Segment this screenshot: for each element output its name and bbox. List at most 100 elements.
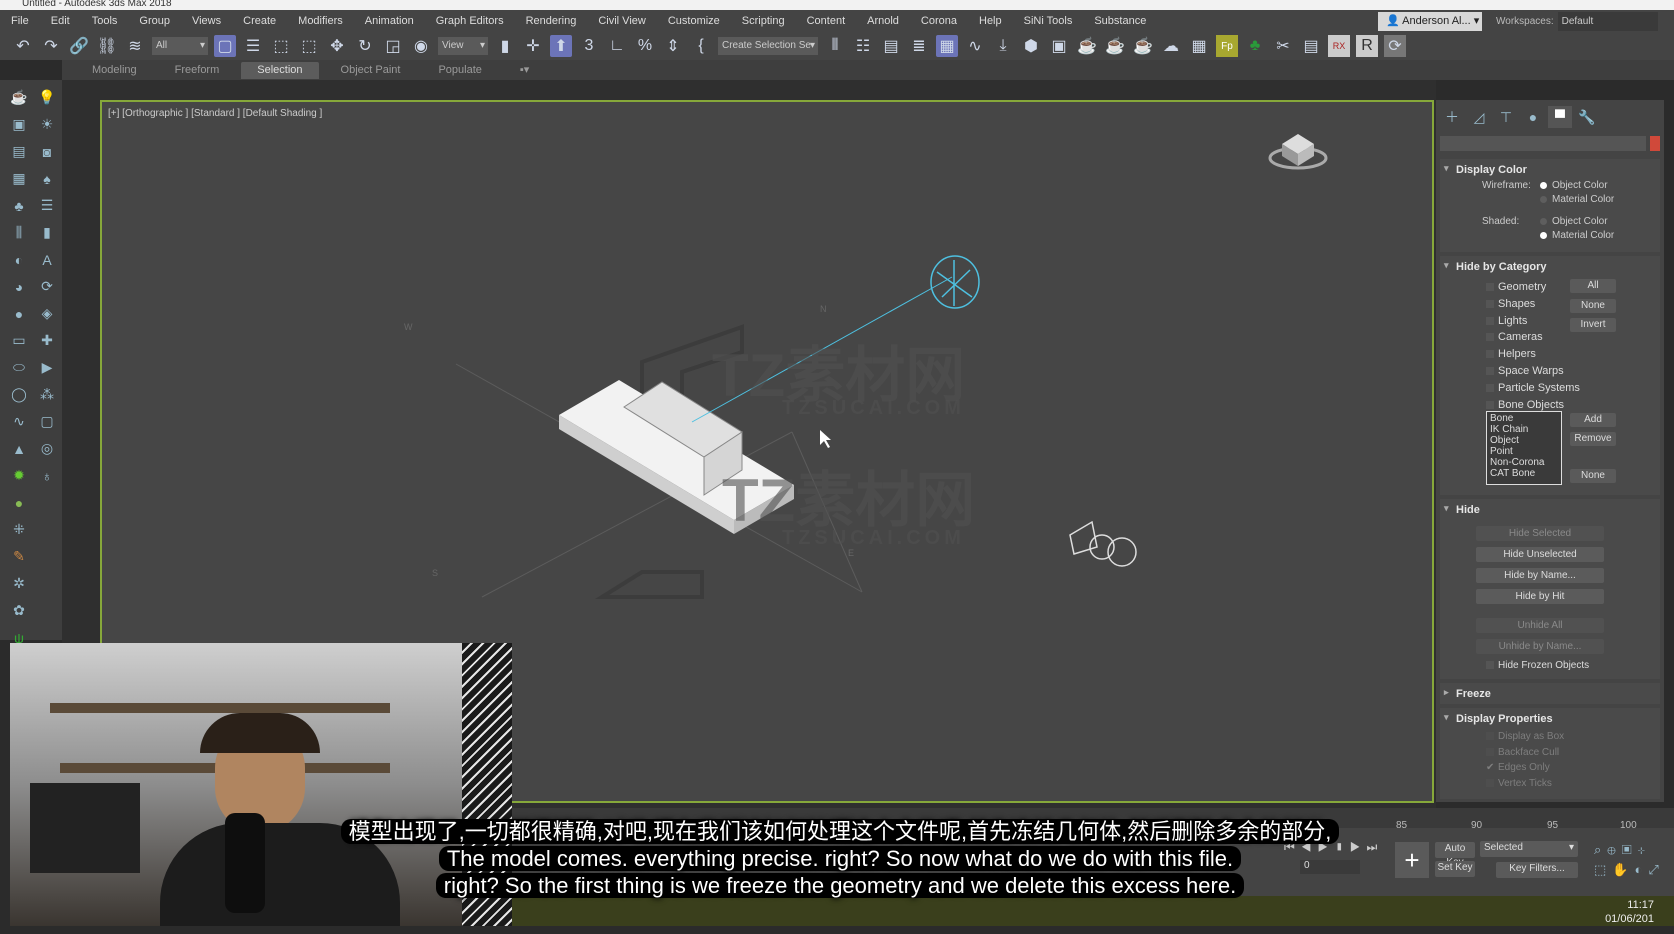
doc-icon[interactable]: ▤ <box>5 138 33 165</box>
tab-object-paint[interactable]: Object Paint <box>325 62 417 79</box>
list-icon[interactable]: ☰ <box>33 192 61 219</box>
category-all-button[interactable]: All <box>1570 279 1616 293</box>
layer-explorer-icon[interactable]: ≣ <box>908 35 930 57</box>
menu-modifiers[interactable]: Modifiers <box>287 15 354 27</box>
angle-snap-icon[interactable]: ∟ <box>606 35 628 57</box>
toggle-ribbon-icon[interactable]: ▦ <box>936 35 958 57</box>
category-geometry[interactable]: Geometry <box>1486 279 1580 296</box>
user-account-button[interactable]: 👤 Anderson Al... ▾ <box>1378 12 1482 31</box>
modify-tab-icon[interactable]: ◿ <box>1467 106 1491 128</box>
plant-icon[interactable]: ♣ <box>5 192 33 219</box>
hide-by-category-header[interactable]: Hide by Category <box>1440 256 1660 277</box>
stair-icon[interactable]: ◐ <box>5 246 33 273</box>
scene-explorer-icon[interactable]: ▤ <box>880 35 902 57</box>
edges-only-checkbox[interactable]: ✔ Edges Only <box>1486 760 1660 776</box>
tools-icon[interactable]: ✂ <box>1272 35 1294 57</box>
shaded-material-color-radio[interactable]: Material Color <box>1540 230 1614 241</box>
hide-by-name-button[interactable]: Hide by Name... <box>1476 568 1604 583</box>
key-selection-dropdown[interactable]: Selected ▾ <box>1480 841 1578 857</box>
hide-unselected-button[interactable]: Hide Unselected <box>1476 547 1604 562</box>
list-item[interactable]: IK Chain Object <box>1490 424 1558 446</box>
ball2-icon[interactable]: ● <box>5 489 33 516</box>
brush-icon[interactable]: ✎ <box>5 543 33 570</box>
select-object-icon[interactable]: ▢ <box>214 35 236 57</box>
category-particle-systems[interactable]: Particle Systems <box>1486 380 1580 397</box>
bone-list[interactable]: Bone IK Chain Object Point Non-Corona CA… <box>1486 411 1562 485</box>
snaps-toggle-icon[interactable]: 3 <box>578 35 600 57</box>
menu-customize[interactable]: Customize <box>657 15 731 27</box>
menu-graph-editors[interactable]: Graph Editors <box>425 15 515 27</box>
mirror-icon[interactable]: ⫴ <box>824 35 846 57</box>
scale-icon[interactable]: ◲ <box>382 35 404 57</box>
key-filters-button[interactable]: Key Filters... <box>1496 862 1578 878</box>
tab-freeform[interactable]: Freeform <box>159 62 236 79</box>
auto-key-button[interactable]: Auto Key <box>1435 842 1475 868</box>
unhide-all-button[interactable]: Unhide All <box>1476 618 1604 633</box>
category-none-button[interactable]: None <box>1570 299 1616 313</box>
sun-icon[interactable]: ☀ <box>33 111 61 138</box>
path-icon[interactable]: ∿ <box>5 408 33 435</box>
frame-icon[interactable]: ▢ <box>33 408 61 435</box>
wireframe-object-color-radio[interactable]: Object Color <box>1540 180 1608 191</box>
select-by-name-icon[interactable]: ☰ <box>242 35 264 57</box>
grid-icon[interactable]: ✚ <box>33 327 61 354</box>
tab-modeling[interactable]: Modeling <box>76 62 153 79</box>
display-color-header[interactable]: Display Color <box>1440 159 1660 180</box>
cube-icon[interactable]: ◈ <box>33 300 61 327</box>
menu-file[interactable]: File <box>0 15 40 27</box>
material-editor-icon[interactable]: ⬢ <box>1020 35 1042 57</box>
hide-selected-button[interactable]: Hide Selected <box>1476 526 1604 541</box>
particles-icon[interactable]: ⁂ <box>33 381 61 408</box>
hide-by-hit-button[interactable]: Hide by Hit <box>1476 589 1604 604</box>
list-item[interactable]: Non-Corona <box>1490 457 1558 468</box>
eye-icon[interactable]: ◎ <box>33 435 61 462</box>
tree-icon[interactable]: ♠ <box>33 165 61 192</box>
image-icon[interactable]: ▣ <box>5 111 33 138</box>
remove-button[interactable]: Remove <box>1570 432 1616 446</box>
viewport-nav-icons[interactable]: ⌕⊕▣⊹ <box>1594 842 1651 858</box>
ribbon-options-icon[interactable]: ▪▾ <box>504 62 545 79</box>
tab-populate[interactable]: Populate <box>422 62 497 79</box>
menu-scripting[interactable]: Scripting <box>731 15 796 27</box>
menu-edit[interactable]: Edit <box>40 15 81 27</box>
render-grid-icon[interactable]: ▦ <box>1188 35 1210 57</box>
create-tab-icon[interactable]: ＋ <box>1440 106 1464 128</box>
menu-corona[interactable]: Corona <box>910 15 968 27</box>
set-key-button[interactable]: Set Key <box>1435 861 1475 877</box>
network-icon[interactable]: ⁜ <box>5 516 33 543</box>
unlink-icon[interactable]: ⛓ <box>96 35 118 57</box>
freeze-header[interactable]: Freeze <box>1440 683 1660 704</box>
list-icon[interactable]: ▤ <box>1300 35 1322 57</box>
category-invert-button[interactable]: Invert <box>1570 318 1616 332</box>
render-production-icon[interactable]: ☕ <box>1104 35 1126 57</box>
edit-named-selections-icon[interactable]: { <box>690 35 712 57</box>
panel-icon[interactable]: ▶ <box>33 354 61 381</box>
category-cameras[interactable]: Cameras <box>1486 329 1580 346</box>
rotate-icon[interactable]: ↻ <box>354 35 376 57</box>
list-item[interactable]: CAT Bone <box>1490 468 1558 479</box>
menu-substance[interactable]: Substance <box>1083 15 1157 27</box>
reference-coordinate-dropdown[interactable]: View ▾ <box>438 37 488 55</box>
hide-header[interactable]: Hide <box>1440 499 1660 520</box>
menu-animation[interactable]: Animation <box>354 15 425 27</box>
globe-icon[interactable]: ◯ <box>5 381 33 408</box>
rendered-frame-icon[interactable]: ☕ <box>1076 35 1098 57</box>
cylinder-icon[interactable]: ⬭ <box>5 354 33 381</box>
percent-snap-icon[interactable]: % <box>634 35 656 57</box>
category-lights[interactable]: Lights <box>1486 313 1580 330</box>
menu-help[interactable]: Help <box>968 15 1013 27</box>
add-button[interactable]: Add <box>1570 413 1616 427</box>
display-tab-icon[interactable]: ▀ <box>1548 106 1572 128</box>
ball-icon[interactable]: ● <box>5 300 33 327</box>
redo-icon[interactable]: ↷ <box>40 35 62 57</box>
gear-green-icon[interactable]: ✹ <box>5 462 33 489</box>
wireframe-material-color-radio[interactable]: Material Color <box>1540 194 1614 205</box>
object-name-field[interactable] <box>1440 136 1660 151</box>
list-item[interactable]: Bone <box>1490 413 1558 424</box>
shaded-object-color-radio[interactable]: Object Color <box>1540 216 1608 227</box>
tree-icon[interactable]: ♣ <box>1244 35 1266 57</box>
schematic-view-icon[interactable]: ⤓ <box>992 35 1014 57</box>
display-properties-header[interactable]: Display Properties <box>1440 708 1660 729</box>
spinner-snap-icon[interactable]: ⇕ <box>662 35 684 57</box>
keyboard-shortcut-override-icon[interactable]: ⬆ <box>550 35 572 57</box>
